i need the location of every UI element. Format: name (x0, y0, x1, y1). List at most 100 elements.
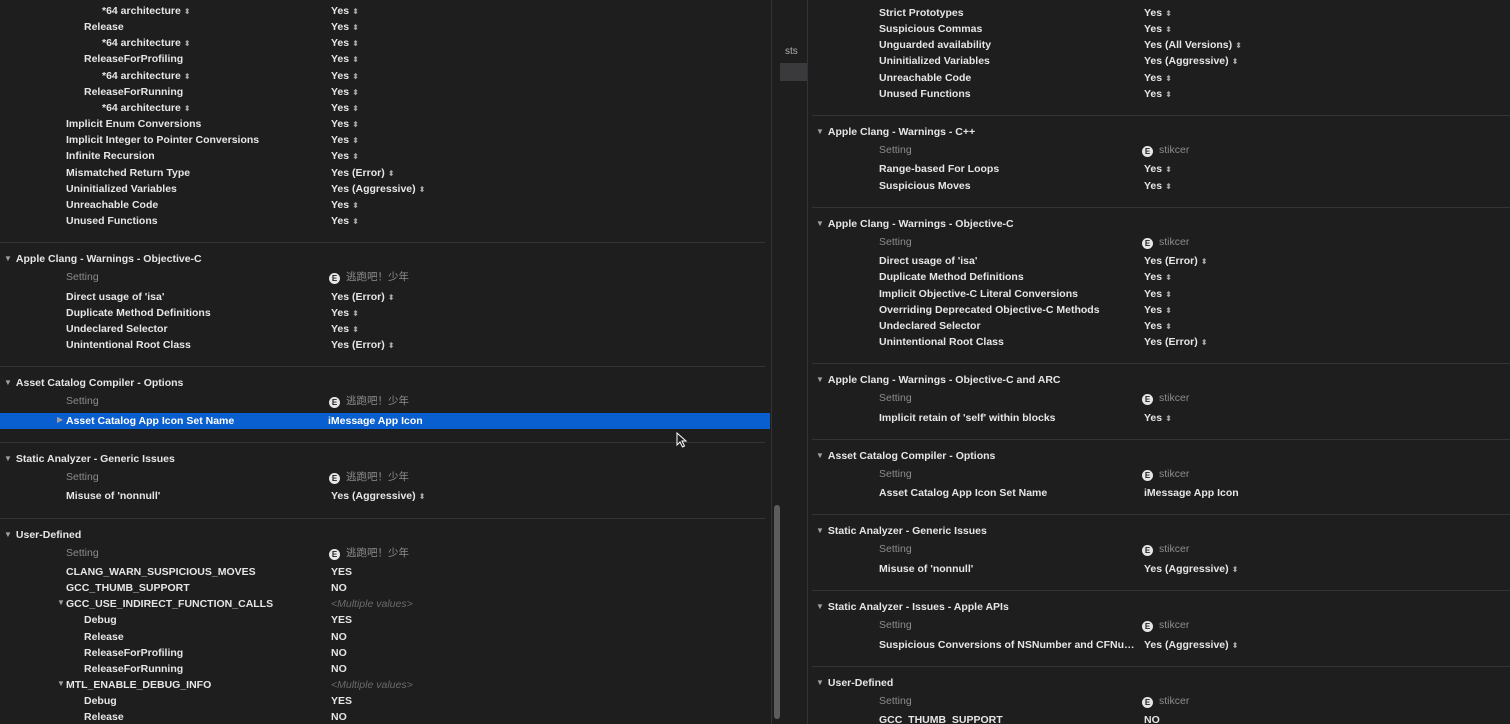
setting-row[interactable]: Implicit Objective-C Literal Conversions… (875, 286, 1443, 302)
setting-value[interactable]: NO (331, 629, 347, 645)
setting-value[interactable]: Yes ⬍ (331, 305, 359, 322)
setting-value[interactable]: Yes ⬍ (1144, 5, 1172, 22)
setting-row[interactable]: *64 architecture ⬍ Yes ⬍ (62, 35, 702, 51)
up-down-stepper-icon[interactable]: ⬍ (352, 39, 359, 48)
up-down-stepper-icon[interactable]: ⬍ (352, 7, 359, 16)
setting-value[interactable]: Yes (Aggressive) ⬍ (1144, 637, 1238, 654)
setting-row[interactable]: Infinite Recursion Yes ⬍ (62, 148, 702, 164)
up-down-stepper-icon[interactable]: ⬍ (1165, 306, 1172, 315)
setting-value[interactable]: YES (331, 564, 352, 580)
setting-row[interactable]: ▼ GCC_USE_INDIRECT_FUNCTION_CALLS <Multipl… (57, 596, 702, 612)
up-down-stepper-icon[interactable]: ⬍ (352, 88, 359, 97)
setting-value[interactable]: Yes ⬍ (1144, 161, 1172, 178)
left-scrollbar-thumb[interactable] (774, 505, 780, 719)
up-down-stepper-icon[interactable]: ⬍ (352, 309, 359, 318)
setting-row[interactable]: Unreachable Code Yes ⬍ (875, 70, 1443, 86)
setting-value[interactable]: Yes ⬍ (331, 19, 359, 36)
section-header[interactable]: ▼ Static Analyzer - Generic Issues (4, 451, 175, 467)
up-down-stepper-icon[interactable]: ⬍ (1201, 257, 1208, 266)
setting-value[interactable]: Yes ⬍ (331, 100, 359, 117)
disclosure-triangle-icon[interactable]: ▼ (816, 448, 824, 464)
up-down-stepper-icon[interactable]: ⬍ (419, 185, 426, 194)
setting-row[interactable]: Unused Functions Yes ⬍ (875, 86, 1443, 102)
disclosure-triangle-icon[interactable]: ▼ (816, 372, 824, 388)
setting-value[interactable]: <Multiple values> (331, 596, 413, 612)
section-header[interactable]: ▼ User-Defined (816, 675, 893, 691)
setting-value[interactable]: NO (1144, 712, 1160, 724)
setting-value[interactable]: Yes ⬍ (331, 321, 359, 338)
setting-row[interactable]: Misuse of 'nonnull' Yes (Aggressive) ⬍ (875, 561, 1443, 577)
disclosure-triangle-icon[interactable]: ▼ (57, 676, 65, 692)
setting-value[interactable]: Yes ⬍ (331, 213, 359, 230)
setting-value[interactable]: Yes ⬍ (1144, 302, 1172, 319)
disclosure-triangle-icon[interactable]: ▼ (4, 527, 12, 543)
setting-value[interactable]: Yes ⬍ (331, 132, 359, 149)
up-down-stepper-icon[interactable]: ⬍ (1201, 338, 1208, 347)
up-down-stepper-icon[interactable]: ⬍ (1232, 641, 1239, 650)
up-down-stepper-icon[interactable]: ⬍ (184, 104, 191, 113)
disclosure-triangle-icon[interactable]: ▼ (816, 675, 824, 691)
up-down-stepper-icon[interactable]: ⬍ (184, 7, 191, 16)
setting-value[interactable]: NO (331, 709, 347, 724)
setting-row[interactable]: Direct usage of 'isa' Yes (Error) ⬍ (62, 289, 702, 305)
up-down-stepper-icon[interactable]: ⬍ (1165, 90, 1172, 99)
up-down-stepper-icon[interactable]: ⬍ (1165, 290, 1172, 299)
disclosure-triangle-icon[interactable]: ▼ (816, 216, 824, 232)
section-header[interactable]: ▼ Static Analyzer - Issues - Apple APIs (816, 599, 1009, 615)
setting-value[interactable]: Yes ⬍ (1144, 269, 1172, 286)
setting-value[interactable]: Yes ⬍ (1144, 410, 1172, 427)
setting-value[interactable]: Yes (Error) ⬍ (331, 289, 394, 306)
setting-value[interactable]: <Multiple values> (331, 677, 413, 693)
setting-row[interactable]: ReleaseForProfiling NO (62, 645, 702, 661)
up-down-stepper-icon[interactable]: ⬍ (1232, 565, 1239, 574)
setting-value[interactable]: Yes ⬍ (331, 148, 359, 165)
setting-row[interactable]: GCC_THUMB_SUPPORT NO (875, 712, 1443, 724)
up-down-stepper-icon[interactable]: ⬍ (1165, 25, 1172, 34)
up-down-stepper-icon[interactable]: ⬍ (184, 72, 191, 81)
setting-value[interactable]: Yes ⬍ (331, 51, 359, 68)
disclosure-triangle-icon[interactable]: ▶ (57, 412, 63, 428)
setting-row[interactable]: GCC_THUMB_SUPPORT NO (62, 580, 702, 596)
setting-value[interactable]: Yes ⬍ (1144, 70, 1172, 87)
setting-value[interactable]: Yes ⬍ (331, 84, 359, 101)
up-down-stepper-icon[interactable]: ⬍ (1232, 57, 1239, 66)
setting-value[interactable]: YES (331, 693, 352, 709)
setting-value[interactable]: Yes (Aggressive) ⬍ (1144, 53, 1238, 70)
up-down-stepper-icon[interactable]: ⬍ (388, 341, 395, 350)
up-down-stepper-icon[interactable]: ⬍ (1165, 74, 1172, 83)
setting-value[interactable]: Yes ⬍ (1144, 286, 1172, 303)
up-down-stepper-icon[interactable]: ⬍ (352, 23, 359, 32)
up-down-stepper-icon[interactable]: ⬍ (352, 201, 359, 210)
setting-value[interactable]: Yes ⬍ (331, 116, 359, 133)
setting-row[interactable]: Direct usage of 'isa' Yes (Error) ⬍ (875, 253, 1443, 269)
setting-row[interactable]: Implicit retain of 'self' within blocks Y… (875, 410, 1443, 426)
setting-row[interactable]: Unintentional Root Class Yes (Error) ⬍ (62, 337, 702, 353)
setting-row[interactable]: ReleaseForRunning NO (62, 661, 702, 677)
up-down-stepper-icon[interactable]: ⬍ (388, 169, 395, 178)
section-header[interactable]: ▼ Apple Clang - Warnings - Objective-C (816, 216, 1014, 232)
up-down-stepper-icon[interactable]: ⬍ (352, 55, 359, 64)
setting-row[interactable]: Asset Catalog App Icon Set Name iMessage … (875, 485, 1443, 501)
setting-value[interactable]: Yes (Error) ⬍ (1144, 334, 1207, 351)
setting-value[interactable]: Yes ⬍ (1144, 318, 1172, 335)
up-down-stepper-icon[interactable]: ⬍ (388, 293, 395, 302)
setting-row[interactable]: Unintentional Root Class Yes (Error) ⬍ (875, 334, 1443, 350)
up-down-stepper-icon[interactable]: ⬍ (1165, 414, 1172, 423)
setting-value[interactable]: Yes (Error) ⬍ (331, 337, 394, 354)
section-header[interactable]: ▼ Asset Catalog Compiler - Options (816, 448, 995, 464)
setting-value[interactable]: Yes (All Versions) ⬍ (1144, 37, 1242, 54)
setting-row[interactable]: ▼ MTL_ENABLE_DEBUG_INFO <Multiple values> (57, 677, 702, 693)
setting-value[interactable]: Yes ⬍ (331, 197, 359, 214)
up-down-stepper-icon[interactable]: ⬍ (352, 152, 359, 161)
setting-row[interactable]: Uninitialized Variables Yes (Aggressive) ⬍ (62, 181, 702, 197)
section-header[interactable]: ▼ Apple Clang - Warnings - Objective-C an… (816, 372, 1061, 388)
disclosure-triangle-icon[interactable]: ▼ (816, 599, 824, 615)
setting-row[interactable]: Debug YES (62, 612, 702, 628)
setting-value[interactable]: iMessage App Icon (328, 413, 423, 429)
setting-row[interactable]: *64 architecture ⬍ Yes ⬍ (62, 100, 702, 116)
setting-value[interactable]: iMessage App Icon (1144, 485, 1239, 501)
setting-row[interactable]: *64 architecture ⬍ Yes ⬍ (62, 68, 702, 84)
section-header[interactable]: ▼ Static Analyzer - Generic Issues (816, 523, 987, 539)
up-down-stepper-icon[interactable]: ⬍ (1165, 273, 1172, 282)
setting-row[interactable]: Implicit Enum Conversions Yes ⬍ (62, 116, 702, 132)
